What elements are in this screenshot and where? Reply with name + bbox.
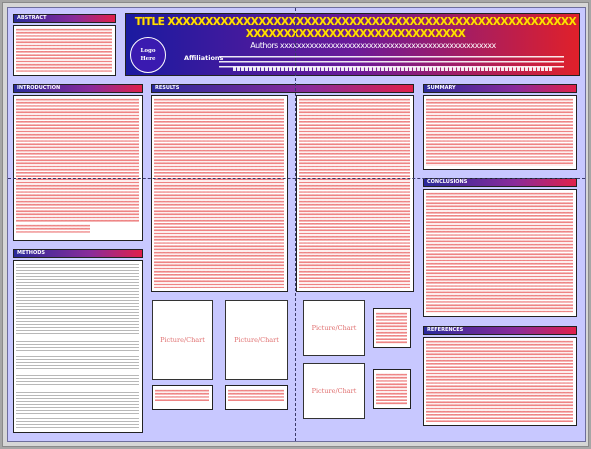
results-right-panel[interactable] [296,95,414,292]
caption-box-1[interactable] [152,385,213,410]
logo-line1: Logo [140,48,156,54]
caption-box-2[interactable] [225,385,288,410]
picture-chart-placeholder-2[interactable]: Picture/Chart [225,300,288,380]
summary-header: SUMMARY [423,84,577,93]
caption-2-text-lines [228,389,284,401]
summary-text-lines [426,98,573,166]
references-panel[interactable] [423,337,577,426]
introduction-panel[interactable] [13,95,143,241]
picture-chart-placeholder-4[interactable]: Picture/Chart [303,363,365,419]
introduction-text-lines [16,98,139,223]
results-left-panel[interactable] [151,95,288,292]
vertical-guide-line[interactable] [295,8,296,441]
results-left-text-lines [154,98,284,288]
introduction-header: INTRODUCTION [13,84,143,93]
references-text-lines [426,340,573,422]
conclusions-text-lines [426,192,573,313]
horizontal-guide-line[interactable] [8,178,585,179]
logo-line2: Here [140,56,156,62]
results-right-text-lines [299,98,410,288]
poster-authors: Authors xxxxxxxxxxxxxxxxxxxxxxxxxxxxxxxx… [250,41,496,50]
affiliations-text-lines-2 [233,67,553,71]
abstract-header: ABSTRACT [13,14,116,23]
methods-text-block-6 [16,418,139,430]
summary-panel[interactable] [423,95,577,170]
methods-text-block-3 [16,356,139,370]
poster-canvas: ABSTRACT TITLE XXXXXXXXXXXXXXXXXXXXXXXXX… [7,7,586,442]
caption-3-text-lines [376,312,407,344]
picture-chart-placeholder-1[interactable]: Picture/Chart [152,300,213,380]
methods-text-block-4 [16,375,139,387]
methods-panel[interactable] [13,260,143,433]
methods-text-block-2 [16,341,139,351]
abstract-text-lines [16,28,112,72]
methods-text-block-5 [16,392,139,414]
methods-header: METHODS [13,249,143,258]
title-banner[interactable]: TITLE XXXXXXXXXXXXXXXXXXXXXXXXXXXXXXXXXX… [125,13,580,76]
methods-text-block-1 [16,264,139,336]
caption-1-text-lines [155,389,209,401]
introduction-text-lines-end [16,224,90,234]
picture-chart-placeholder-3[interactable]: Picture/Chart [303,300,365,356]
logo-placeholder: Logo Here [130,37,166,73]
abstract-panel[interactable] [13,25,116,76]
affiliations-label: Affiliations [184,54,224,62]
caption-4-text-lines [376,373,407,405]
conclusions-header: CONCLUSIONS [423,178,577,187]
references-header: REFERENCES [423,326,577,335]
caption-box-3[interactable] [373,308,411,348]
caption-box-4[interactable] [373,369,411,409]
poster-title: TITLE XXXXXXXXXXXXXXXXXXXXXXXXXXXXXXXXXX… [134,16,577,40]
conclusions-panel[interactable] [423,189,577,317]
results-header: RESULTS [151,84,414,93]
